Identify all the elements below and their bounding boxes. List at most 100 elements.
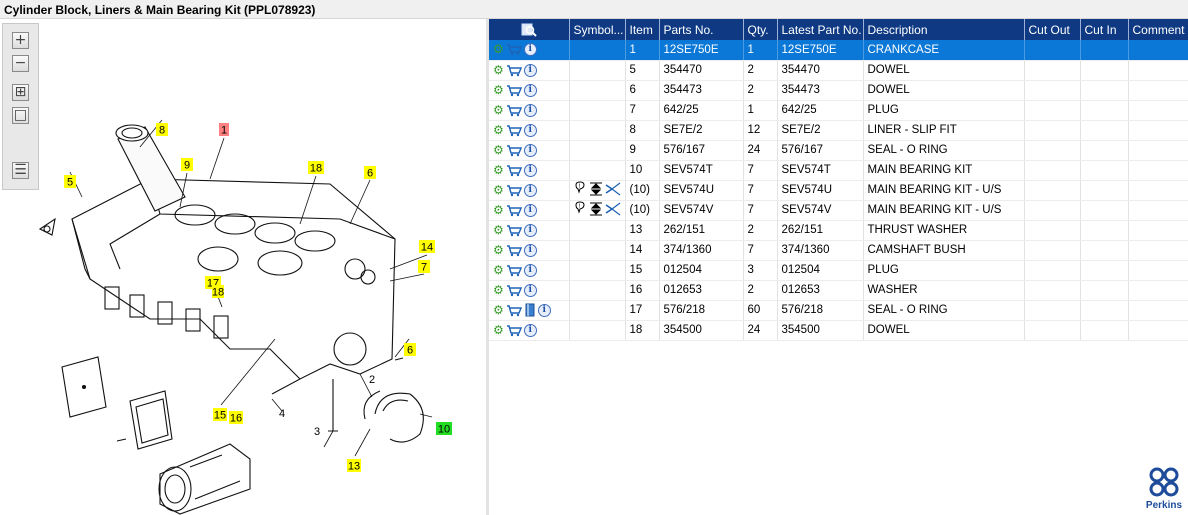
info-icon[interactable]: i	[523, 183, 537, 197]
row-actions[interactable]: ⚙ i	[489, 40, 570, 61]
gear-icon[interactable]: ⚙	[493, 283, 504, 297]
row-actions[interactable]: ⚙ i	[489, 140, 570, 161]
info-icon[interactable]: i	[523, 223, 537, 237]
table-row[interactable]: ⚙ i 9 576/167 24 576/167 SEAL - O RING	[489, 140, 1188, 161]
row-actions[interactable]: ⚙ i	[489, 100, 570, 121]
table-row[interactable]: ⚙ i 8 SE7E/2 12 SE7E/2 LINER - SLIP FIT	[489, 120, 1188, 141]
column-header-cut-in[interactable]: Cut In	[1080, 19, 1129, 40]
gear-icon[interactable]: ⚙	[493, 43, 504, 56]
column-header-comment[interactable]: Comment	[1128, 19, 1188, 40]
table-row[interactable]: ⚙ i! (10) SEV574V 7 SEV574V MAIN BEARING KIT -…	[489, 200, 1188, 221]
info-icon[interactable]: i	[523, 103, 537, 117]
cart-icon[interactable]	[506, 184, 522, 197]
info-icon[interactable]: i	[523, 263, 537, 277]
callout-label[interactable]: 13	[348, 461, 360, 473]
gear-icon[interactable]: ⚙	[493, 63, 504, 77]
column-header-cut-out[interactable]: Cut Out	[1024, 19, 1081, 40]
table-row[interactable]: ⚙ i 5 354470 2 354470 DOWEL	[489, 60, 1188, 81]
cart-icon[interactable]	[506, 264, 522, 277]
plain-label[interactable]: 3	[314, 426, 320, 438]
cart-icon[interactable]	[506, 284, 522, 297]
callout-6[interactable]: 6	[404, 343, 416, 357]
info-icon[interactable]: i	[523, 123, 537, 137]
column-header-symbol[interactable]: Symbol...	[569, 19, 626, 40]
column-header-parts-no[interactable]: Parts No.	[659, 19, 744, 40]
callout-label[interactable]: 14	[421, 242, 433, 254]
row-actions[interactable]: ⚙ i	[489, 120, 570, 141]
exploded-diagram[interactable]: 8 159 18 61471718615 161013 2 3 4	[0, 19, 486, 515]
callout-7[interactable]: 7	[418, 260, 430, 274]
info-icon[interactable]: i	[523, 283, 537, 297]
callout-label[interactable]: 18	[212, 287, 224, 299]
row-actions[interactable]: ⚙ i	[489, 240, 570, 261]
book-icon[interactable]	[524, 303, 536, 317]
cart-icon[interactable]	[506, 104, 522, 117]
cart-icon[interactable]	[506, 124, 522, 137]
gear-icon[interactable]: ⚙	[493, 223, 504, 237]
gear-icon[interactable]: ⚙	[493, 243, 504, 257]
row-actions[interactable]: ⚙ i	[489, 260, 570, 281]
info-icon[interactable]: i	[523, 63, 537, 77]
info-icon[interactable]: i	[523, 243, 537, 257]
info-icon[interactable]: i	[523, 163, 537, 177]
table-row[interactable]: ⚙ i 6 354473 2 354473 DOWEL	[489, 80, 1188, 101]
callout-16[interactable]: 16	[229, 411, 243, 425]
cart-icon[interactable]	[506, 84, 522, 97]
cart-icon[interactable]	[506, 64, 522, 77]
info-icon[interactable]: i	[537, 303, 551, 317]
row-actions[interactable]: ⚙ i	[489, 160, 570, 181]
gear-icon[interactable]: ⚙	[493, 83, 504, 97]
gear-icon[interactable]: ⚙	[493, 163, 504, 177]
callout-label[interactable]: 6	[367, 168, 373, 180]
actual-size-button[interactable]: □	[12, 107, 29, 124]
callout-label[interactable]: 16	[230, 413, 242, 425]
callout-14[interactable]: 14	[419, 240, 435, 254]
fit-window-button[interactable]: ⊞	[12, 84, 29, 101]
table-row[interactable]: ⚙ i 17 576/218 60 576/218 SEAL - O RING	[489, 300, 1188, 321]
cart-icon[interactable]	[506, 224, 522, 237]
table-row[interactable]: ⚙ i 15 012504 3 012504 PLUG	[489, 260, 1188, 281]
table-row[interactable]: ⚙ i! (10) SEV574U 7 SEV574U MAIN BEARING KIT -…	[489, 180, 1188, 201]
plain-label[interactable]: 2	[369, 374, 375, 386]
info-icon[interactable]: i	[523, 203, 537, 217]
zoom-in-button[interactable]: +	[12, 32, 29, 49]
row-actions[interactable]: ⚙ i	[489, 300, 570, 321]
column-header-description[interactable]: Description	[863, 19, 1025, 40]
callout-10[interactable]: 10	[436, 422, 452, 436]
row-actions[interactable]: ⚙ i	[489, 200, 570, 221]
table-row[interactable]: ⚙ i 10 SEV574T 7 SEV574T MAIN BEARING KIT	[489, 160, 1188, 181]
row-actions[interactable]: ⚙ i	[489, 80, 570, 101]
row-actions[interactable]: ⚙ i	[489, 320, 570, 341]
callout-label[interactable]: 1	[221, 125, 227, 137]
callout-9[interactable]: 9	[181, 158, 193, 172]
callout-label[interactable]: 5	[67, 177, 73, 189]
column-header-search[interactable]	[489, 19, 570, 40]
cart-icon[interactable]	[506, 324, 522, 337]
table-row[interactable]: ⚙ i 13 262/151 2 262/151 THRUST WASHER	[489, 220, 1188, 241]
callout-8[interactable]: 8	[156, 123, 168, 137]
gear-icon[interactable]: ⚙	[493, 143, 504, 157]
callout-1[interactable]: 1	[219, 123, 229, 137]
table-row[interactable]: ⚙ i 16 012653 2 012653 WASHER	[489, 280, 1188, 301]
callout-label[interactable]: 6	[407, 345, 413, 357]
row-actions[interactable]: ⚙ i	[489, 280, 570, 301]
callout-label[interactable]: 15	[214, 410, 226, 422]
callout-18[interactable]: 18	[308, 161, 324, 175]
callout-label[interactable]: 18	[310, 163, 322, 175]
cart-icon[interactable]	[506, 144, 522, 157]
gear-icon[interactable]: ⚙	[493, 303, 504, 317]
table-row[interactable]: ⚙ i 14 374/1360 7 374/1360 CAMSHAFT BUSH	[489, 240, 1188, 261]
gear-icon[interactable]: ⚙	[493, 263, 504, 277]
row-actions[interactable]: ⚙ i	[489, 180, 570, 201]
cart-icon[interactable]	[506, 304, 522, 317]
info-icon[interactable]: i	[523, 323, 537, 337]
gear-icon[interactable]: ⚙	[493, 103, 504, 117]
cart-icon[interactable]	[506, 244, 522, 257]
diagram-pane[interactable]: 8 1 5 9 18 6 14 7 17 18 6 15 16 10 13 2 3 4 + − ⊞ □ ☰	[0, 19, 486, 515]
gear-icon[interactable]: ⚙	[493, 183, 504, 197]
info-icon[interactable]: i	[523, 43, 537, 57]
info-icon[interactable]: i	[523, 83, 537, 97]
row-actions[interactable]: ⚙ i	[489, 60, 570, 81]
table-row[interactable]: ⚙ i 7 642/25 1 642/25 PLUG	[489, 100, 1188, 121]
cart-icon[interactable]	[506, 204, 522, 217]
